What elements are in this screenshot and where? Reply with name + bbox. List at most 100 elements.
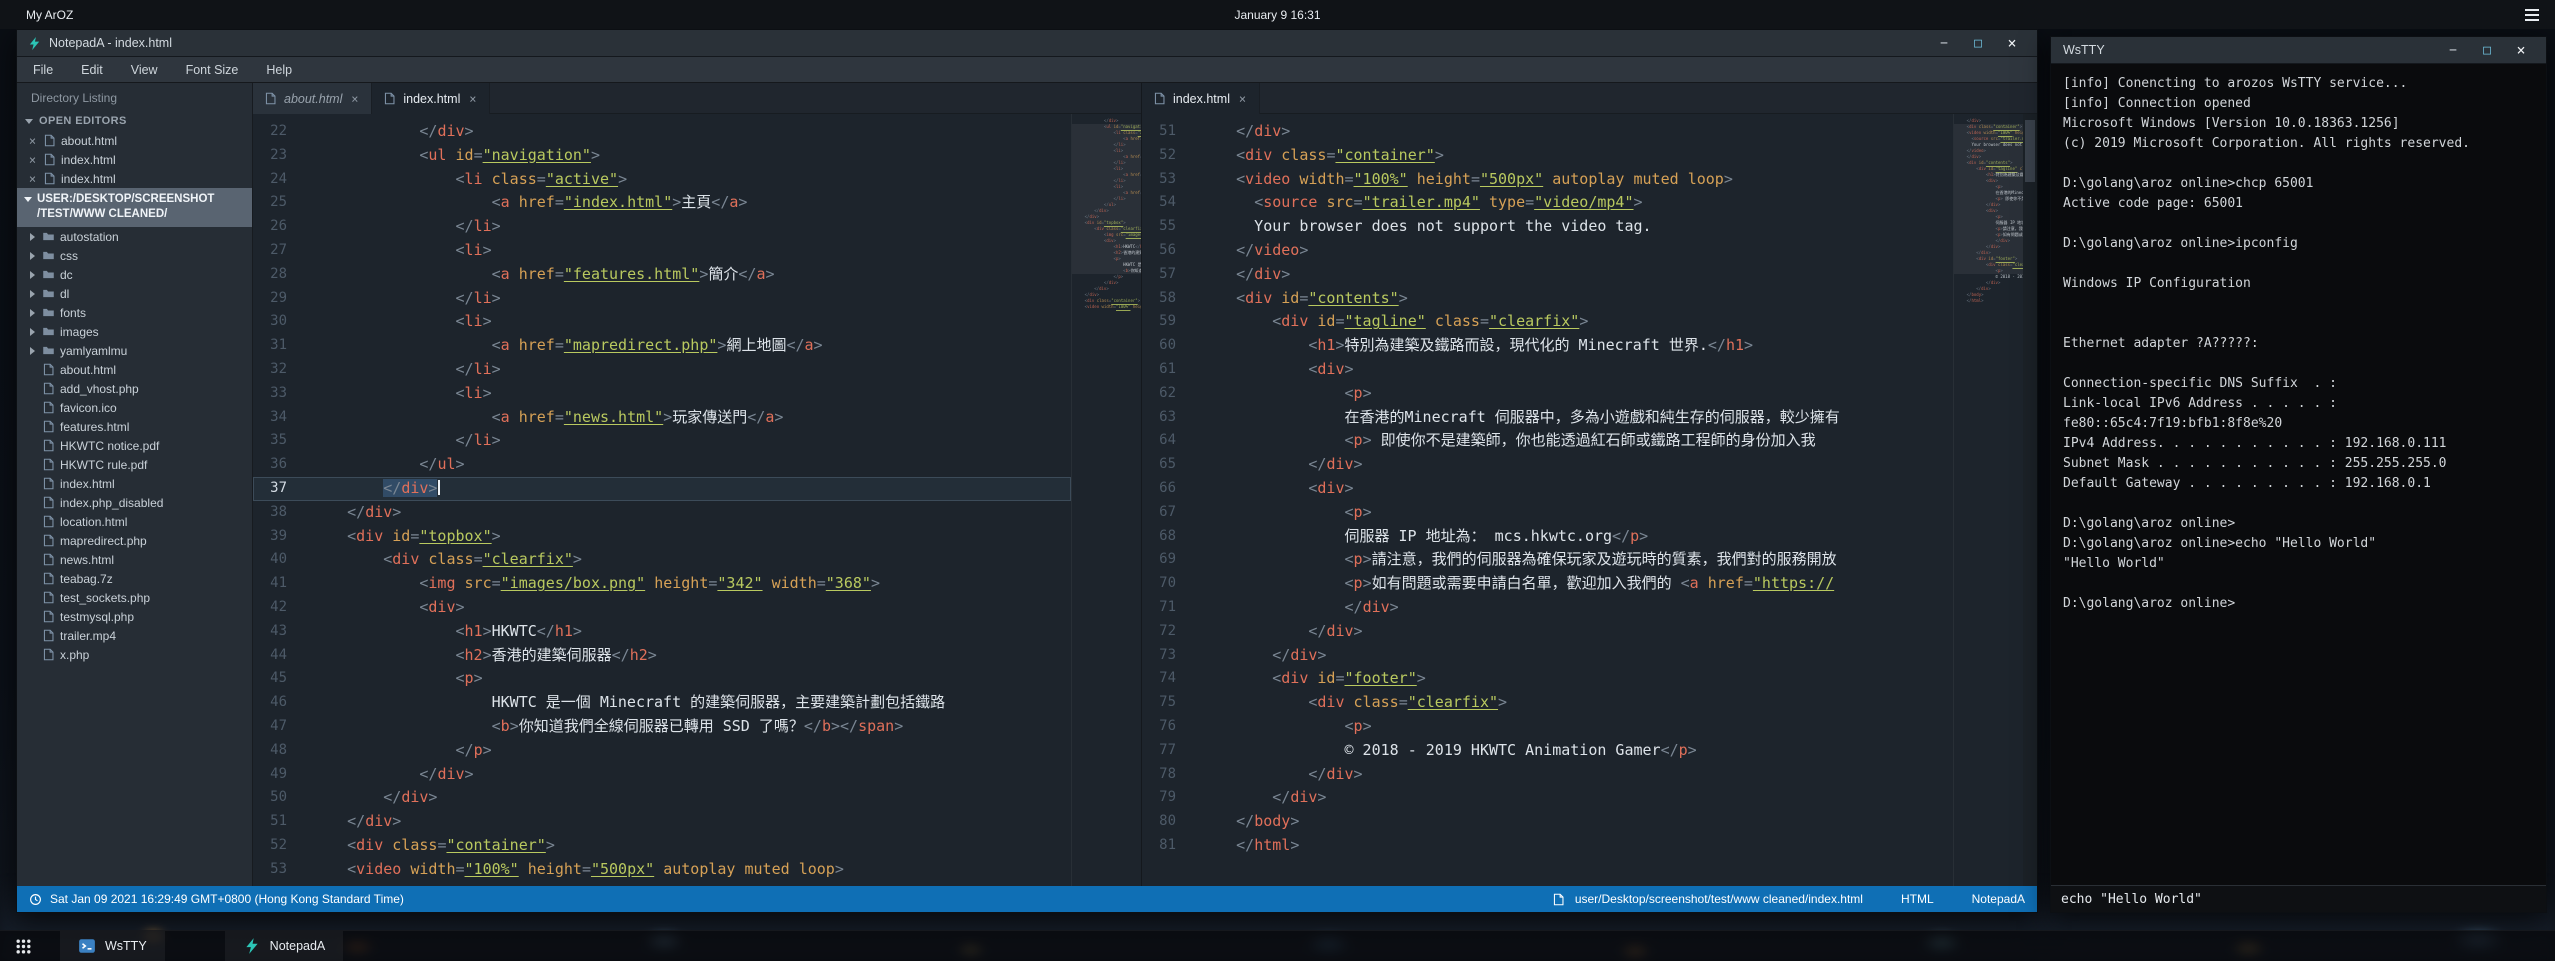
code-line[interactable]: 80 </body> (1142, 810, 1953, 834)
code-line[interactable]: 67 <p> (1142, 501, 1953, 525)
code-line[interactable]: 76 <p> (1142, 715, 1953, 739)
code-line[interactable]: 22 </div> (253, 120, 1071, 144)
code-line[interactable]: 65 </div> (1142, 453, 1953, 477)
code-line[interactable]: 74 <div id="footer"> (1142, 667, 1953, 691)
menu-file[interactable]: File (33, 63, 53, 77)
code-line[interactable]: 66 <div> (1142, 477, 1953, 501)
code-line[interactable]: 75 <div class="clearfix"> (1142, 691, 1953, 715)
folder-item[interactable]: fonts (17, 303, 252, 322)
minimap-right[interactable]: </div> <div class="container"> <video wi… (1953, 114, 2023, 886)
open-editor-item[interactable]: ×index.html (17, 150, 252, 169)
code-line[interactable]: 62 <p> (1142, 382, 1953, 406)
code-line[interactable]: 39 <div id="topbox"> (253, 525, 1071, 549)
folder-item[interactable]: yamlyamlmu (17, 341, 252, 360)
wstty-titlebar[interactable]: WsTTY − □ × (2051, 37, 2546, 64)
file-item[interactable]: location.html (17, 512, 252, 531)
code-line[interactable]: 49 </div> (253, 763, 1071, 787)
code-line[interactable]: 79 </div> (1142, 786, 1953, 810)
code-line[interactable]: 26 </li> (253, 215, 1071, 239)
code-line[interactable]: 55 Your browser does not support the vid… (1142, 215, 1953, 239)
code-line[interactable]: 24 <li class="active"> (253, 168, 1071, 192)
code-line[interactable]: 64 <p> 即使你不是建築師，你也能透過紅石師或鐵路工程師的身份加入我 (1142, 429, 1953, 453)
maximize-button[interactable]: □ (2472, 39, 2502, 61)
terminal-output[interactable]: [info] Conencting to arozos WsTTY servic… (2051, 64, 2546, 885)
code-line[interactable]: 53 <video width="100%" height="500px" au… (1142, 168, 1953, 192)
file-item[interactable]: mapredirect.php (17, 531, 252, 550)
code-line[interactable]: 58 <div id="contents"> (1142, 287, 1953, 311)
code-line[interactable]: 27 <li> (253, 239, 1071, 263)
code-line[interactable]: 71 </div> (1142, 596, 1953, 620)
code-line[interactable]: 23 <ul id="navigation"> (253, 144, 1071, 168)
open-editors-header[interactable]: OPEN EDITORS (17, 111, 252, 131)
close-icon[interactable]: × (349, 92, 360, 106)
code-line[interactable]: 53 <video width="100%" height="500px" au… (253, 858, 1071, 882)
file-item[interactable]: teabag.7z (17, 569, 252, 588)
folder-item[interactable]: dc (17, 265, 252, 284)
code-line[interactable]: 36 </ul> (253, 453, 1071, 477)
maximize-button[interactable]: □ (1963, 32, 1993, 54)
file-item[interactable]: index.html (17, 474, 252, 493)
code-editor-left[interactable]: 22 </div>23 <ul id="navigation">24 <li c… (253, 114, 1071, 886)
file-item[interactable]: features.html (17, 417, 252, 436)
code-line[interactable]: 35 </li> (253, 429, 1071, 453)
close-button[interactable]: × (2506, 39, 2536, 61)
code-line[interactable]: 50 </div> (253, 786, 1071, 810)
file-item[interactable]: about.html (17, 360, 252, 379)
code-line[interactable]: 31 <a href="mapredirect.php">網上地圖</a> (253, 334, 1071, 358)
code-line[interactable]: 52 <div class="container"> (253, 834, 1071, 858)
code-line[interactable]: 38 </div> (253, 501, 1071, 525)
code-line[interactable]: 70 <p>如有問題或需要申請白名單，歡迎加入我們的 <a href="http… (1142, 572, 1953, 596)
code-line[interactable]: 46 HKWTC 是一個 Minecraft 的建築伺服器，主要建築計劃包括鐵路 (253, 691, 1071, 715)
file-item[interactable]: x.php (17, 645, 252, 664)
code-line[interactable]: 33 <li> (253, 382, 1071, 406)
code-line[interactable]: 60 <h1>特別為建築及鐵路而設，現代化的 Minecraft 世界.</h1… (1142, 334, 1953, 358)
code-line[interactable]: 51 </div> (253, 810, 1071, 834)
minimap-left[interactable]: </div> <ul id="navigation"> <li class="a… (1071, 114, 1141, 886)
code-editor-right[interactable]: 51 </div>52 <div class="container">53 <v… (1142, 114, 1953, 886)
code-line[interactable]: 41 <img src="images/box.png" height="342… (253, 572, 1071, 596)
close-icon[interactable]: × (27, 172, 38, 186)
taskbar-item-wstty[interactable]: WsTTY (60, 931, 165, 961)
code-line[interactable]: 47 <b>你知道我們全線伺服器已轉用 SSD 了嗎？</b></span> (253, 715, 1071, 739)
menu-font-size[interactable]: Font Size (186, 63, 239, 77)
code-line[interactable]: 63 在香港的Minecraft 伺服器中，多為小遊戲和純生存的伺服器，較少擁有 (1142, 406, 1953, 430)
code-line[interactable]: 32 </li> (253, 358, 1071, 382)
notepada-titlebar[interactable]: NotepadA - index.html − □ × (17, 30, 2037, 57)
folder-item[interactable]: images (17, 322, 252, 341)
code-line[interactable]: 43 <h1>HKWTC</h1> (253, 620, 1071, 644)
code-line[interactable]: 68 伺服器 IP 地址為： mcs.hkwtc.org</p> (1142, 525, 1953, 549)
code-line[interactable]: 40 <div class="clearfix"> (253, 548, 1071, 572)
code-line[interactable]: 28 <a href="features.html">簡介</a> (253, 263, 1071, 287)
close-icon[interactable]: × (467, 92, 478, 106)
code-line[interactable]: 77 © 2018 - 2019 HKWTC Animation Gamer</… (1142, 739, 1953, 763)
code-line[interactable]: 34 <a href="news.html">玩家傳送門</a> (253, 406, 1071, 430)
minimize-button[interactable]: − (2438, 39, 2468, 61)
terminal-input[interactable]: echo "Hello World" (2051, 885, 2546, 912)
code-line[interactable]: 78 </div> (1142, 763, 1953, 787)
status-language[interactable]: HTML (1901, 892, 1934, 906)
folder-item[interactable]: dl (17, 284, 252, 303)
workspace-root[interactable]: USER:/DESKTOP/SCREENSHOT /TEST/WWW CLEAN… (17, 188, 252, 227)
file-item[interactable]: favicon.ico (17, 398, 252, 417)
tab-about.html[interactable]: about.html× (253, 83, 372, 114)
hamburger-menu-icon[interactable] (2525, 9, 2539, 21)
code-line[interactable]: 54 <source src="trailer.mp4" type="video… (1142, 191, 1953, 215)
code-line[interactable]: 57 </div> (1142, 263, 1953, 287)
folder-item[interactable]: css (17, 246, 252, 265)
file-item[interactable]: add_vhost.php (17, 379, 252, 398)
code-line[interactable]: 51 </div> (1142, 120, 1953, 144)
code-line[interactable]: 69 <p>請注意，我們的伺服器為確保玩家及遊玩時的質素，我們對的服務開放 (1142, 548, 1953, 572)
code-line[interactable]: 52 <div class="container"> (1142, 144, 1953, 168)
code-line[interactable]: 81 </html> (1142, 834, 1953, 858)
close-icon[interactable]: × (27, 134, 38, 148)
code-line[interactable]: 48 </p> (253, 739, 1071, 763)
start-button[interactable] (0, 931, 46, 961)
file-item[interactable]: test_sockets.php (17, 588, 252, 607)
menu-edit[interactable]: Edit (81, 63, 103, 77)
open-editor-item[interactable]: ×index.html (17, 169, 252, 188)
code-line[interactable]: 61 <div> (1142, 358, 1953, 382)
menu-help[interactable]: Help (266, 63, 292, 77)
file-item[interactable]: HKWTC rule.pdf (17, 455, 252, 474)
open-editor-item[interactable]: ×about.html (17, 131, 252, 150)
folder-item[interactable]: autostation (17, 227, 252, 246)
